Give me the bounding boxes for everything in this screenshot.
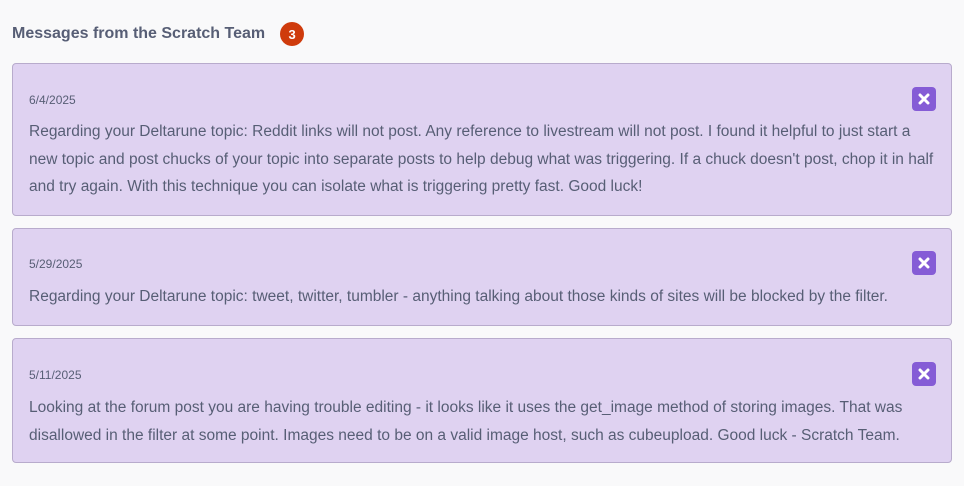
message-date: 5/11/2025: [29, 368, 82, 382]
message-card: 5/11/2025 Looking at the forum post you …: [12, 338, 952, 463]
message-count-badge: 3: [280, 22, 305, 46]
close-icon: [918, 368, 930, 380]
section-title: Messages from the Scratch Team: [12, 25, 266, 42]
scratch-team-messages-section: Messages from the Scratch Team 3 6/4/202…: [0, 0, 964, 486]
message-text: Looking at the forum post you are having…: [29, 399, 903, 444]
close-icon: [918, 257, 930, 269]
message-text: Regarding your Deltarune topic: tweet, t…: [29, 288, 888, 305]
message-text: Regarding your Deltarune topic: Reddit l…: [29, 123, 934, 195]
message-card: 6/4/2025 Regarding your Deltarune topic:…: [12, 63, 952, 216]
section-header: Messages from the Scratch Team 3: [12, 22, 305, 46]
dismiss-message-button[interactable]: [912, 251, 936, 275]
message-date: 6/4/2025: [29, 93, 76, 107]
dismiss-message-button[interactable]: [912, 362, 936, 386]
message-date: 5/29/2025: [29, 257, 83, 271]
close-icon: [918, 93, 930, 105]
dismiss-message-button[interactable]: [912, 87, 936, 111]
message-card: 5/29/2025 Regarding your Deltarune topic…: [12, 228, 952, 326]
